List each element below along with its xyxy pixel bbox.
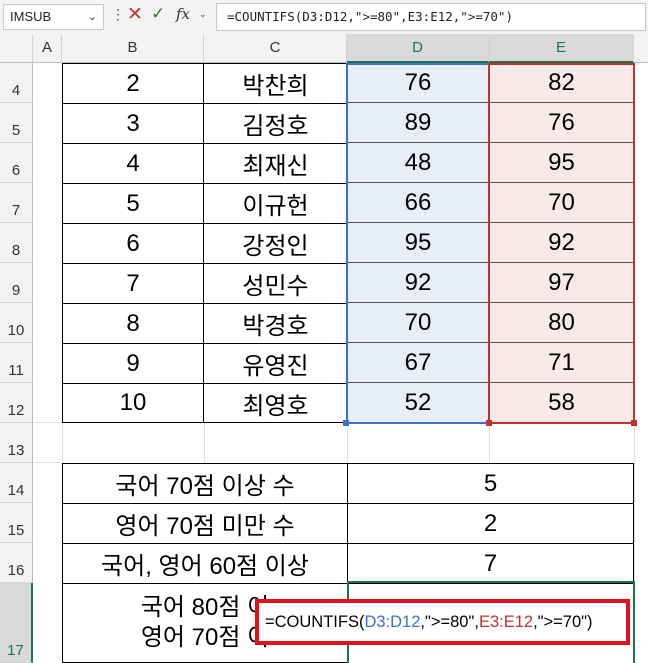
range-e-handle-right[interactable] (631, 420, 637, 426)
cell-c7[interactable]: 이규헌 (203, 183, 348, 224)
summary-label-both-60[interactable]: 국어, 영어 60점 이상 (62, 543, 348, 584)
row-header-9[interactable]: 9 (0, 263, 33, 303)
row-header-10[interactable]: 10 (0, 303, 33, 343)
gridline (33, 462, 62, 463)
more-options-icon[interactable]: ⋮ (111, 6, 125, 23)
cell-c11[interactable]: 유영진 (203, 343, 348, 384)
cell-b8[interactable]: 6 (62, 223, 204, 264)
cell-b6[interactable]: 4 (62, 143, 204, 184)
cell-b12[interactable]: 10 (62, 383, 204, 423)
gridline (204, 423, 205, 463)
cell-b11[interactable]: 9 (62, 343, 204, 384)
select-all-corner[interactable] (0, 34, 33, 63)
row-header-12[interactable]: 12 (0, 383, 33, 423)
cell-b9[interactable]: 7 (62, 263, 204, 304)
cell-b10[interactable]: 8 (62, 303, 204, 344)
row17-line2: 영어 70점 이 (140, 624, 270, 651)
cell-edit-formula[interactable]: =COUNTIFS(D3:D12,">=80",E3:E12,">=70") (255, 599, 630, 645)
formula-ref-d3-d12: D3:D12 (364, 613, 421, 631)
summary-label-korean-70[interactable]: 국어 70점 이상 수 (62, 463, 348, 504)
name-box[interactable]: IMSUB ⌄ (3, 4, 104, 30)
column-header-f[interactable] (634, 34, 648, 63)
cell-c8[interactable]: 강정인 (203, 223, 348, 264)
summary-value-both-60[interactable]: 7 (347, 543, 634, 584)
cell-c10[interactable]: 박경호 (203, 303, 348, 344)
gridline (347, 423, 348, 463)
formula-bar: IMSUB ⌄ ⋮ ✕ ✓ fx ⌄ =COUNTIFS(D3:D12,">=8… (0, 0, 648, 34)
row-header-5[interactable]: 5 (0, 103, 33, 143)
summary-label-english-70[interactable]: 영어 70점 미만 수 (62, 503, 348, 544)
cell-c5[interactable]: 김정호 (203, 103, 348, 144)
range-d3-d12-outline (346, 63, 490, 424)
name-box-value: IMSUB (10, 9, 52, 24)
cell-c9[interactable]: 성민수 (203, 263, 348, 304)
cell-b5[interactable]: 3 (62, 103, 204, 144)
column-header-a[interactable]: A (33, 34, 62, 63)
row-header-15[interactable]: 15 (0, 503, 33, 543)
row-header-17[interactable]: 17 (0, 583, 33, 663)
column-header-d[interactable]: D (347, 34, 489, 63)
cell-c4[interactable]: 박찬희 (203, 63, 348, 104)
row-header-4[interactable]: 4 (0, 63, 33, 103)
cell-c6[interactable]: 최재신 (203, 143, 348, 184)
summary-value-korean-70[interactable]: 5 (347, 463, 634, 504)
formula-input[interactable]: =COUNTIFS(D3:D12,">=80",E3:E12,">=70") (216, 3, 646, 31)
cell-b7[interactable]: 5 (62, 183, 204, 224)
row-header-7[interactable]: 7 (0, 183, 33, 223)
row-header-14[interactable]: 14 (0, 463, 33, 503)
row17-line1: 국어 80점 이 (140, 594, 270, 621)
function-dropdown-icon[interactable]: ⌄ (199, 9, 207, 20)
range-d-handle[interactable] (343, 420, 349, 426)
cancel-icon[interactable]: ✕ (127, 3, 143, 26)
gridline (489, 423, 490, 463)
formula-ref-e3-e12: E3:E12 (478, 613, 534, 631)
cell-b4[interactable]: 2 (62, 63, 204, 104)
row-header-16[interactable]: 16 (0, 543, 33, 583)
row-header-13[interactable]: 13 (0, 423, 33, 463)
column-header-e[interactable]: E (489, 34, 634, 63)
summary-value-english-70[interactable]: 2 (347, 503, 634, 544)
name-box-dropdown-icon[interactable]: ⌄ (88, 5, 97, 29)
row-header-6[interactable]: 6 (0, 143, 33, 183)
insert-function-icon[interactable]: fx (176, 5, 190, 23)
column-header-c[interactable]: C (204, 34, 347, 63)
range-e-handle[interactable] (486, 420, 492, 426)
row-header-11[interactable]: 11 (0, 343, 33, 383)
row-header-8[interactable]: 8 (0, 223, 33, 263)
column-header-b[interactable]: B (62, 34, 204, 63)
cell-c12[interactable]: 최영호 (203, 383, 348, 423)
enter-icon[interactable]: ✓ (151, 4, 165, 24)
range-e3-e12-outline (488, 63, 635, 424)
